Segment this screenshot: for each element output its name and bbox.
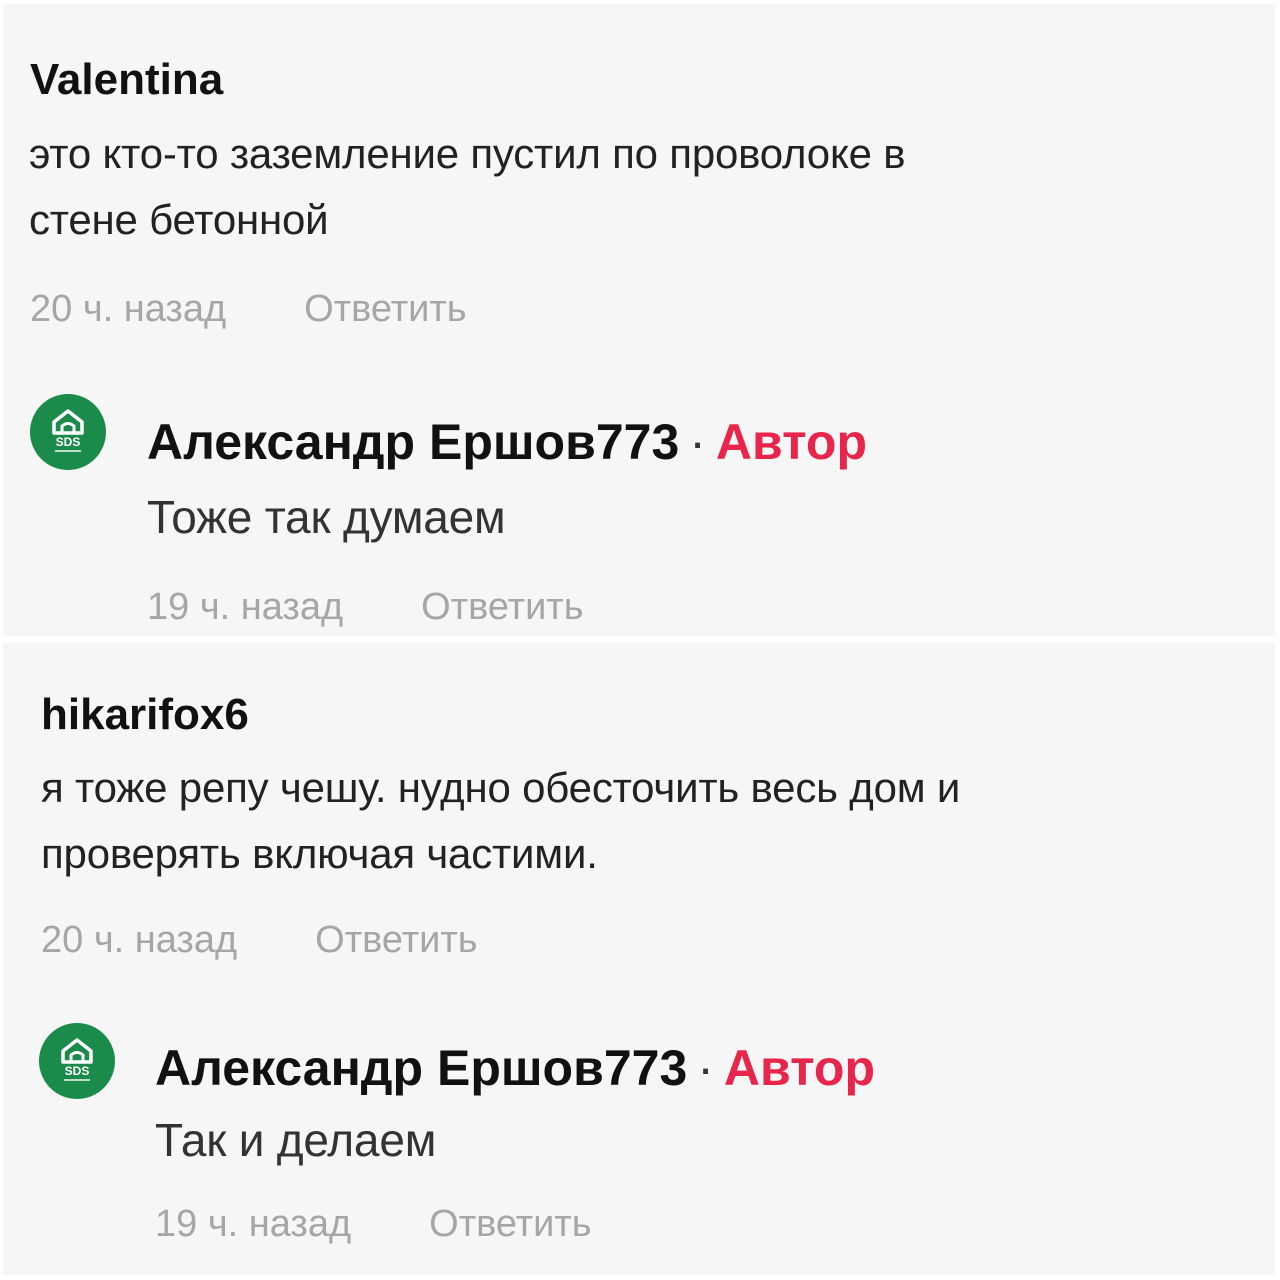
- reply-timestamp: 19 ч. назад: [155, 1203, 352, 1245]
- comment-text-line: это кто-то заземление пустил по проволок…: [29, 130, 906, 177]
- comment-username[interactable]: Valentina: [30, 58, 223, 102]
- reply-text: Так и делаем: [155, 1114, 437, 1166]
- reply-author[interactable]: Александр Ершов773: [147, 414, 679, 470]
- comment-username[interactable]: hikarifox6: [41, 693, 249, 737]
- reply-author[interactable]: Александр Ершов773: [155, 1040, 687, 1096]
- comment-text-line: проверять включая частими.: [41, 830, 598, 877]
- avatar[interactable]: SDS: [39, 1023, 115, 1099]
- comment-thread-2: hikarifox6 я тоже репу чешу. нудно обест…: [3, 643, 1275, 1275]
- reply-link[interactable]: Ответить: [421, 586, 583, 628]
- comment-thread-1: Valentina это кто-то заземление пустил п…: [3, 4, 1275, 636]
- avatar-text: SDS: [56, 435, 81, 449]
- reply-header: Александр Ершов773 · Автор: [147, 417, 867, 467]
- reply-link[interactable]: Ответить: [429, 1203, 591, 1245]
- sds-logo-icon: SDS: [52, 409, 84, 452]
- avatar[interactable]: SDS: [30, 394, 106, 470]
- separator: ·: [689, 414, 706, 470]
- avatar-text: SDS: [65, 1064, 90, 1078]
- reply-text: Тоже так думаем: [147, 491, 506, 543]
- author-badge: Автор: [723, 1040, 876, 1096]
- comment-meta: 20 ч. назад Ответить: [30, 290, 467, 328]
- author-badge: Автор: [715, 414, 868, 470]
- reply-header: Александр Ершов773 · Автор: [155, 1043, 875, 1093]
- reply-link[interactable]: Ответить: [304, 288, 466, 330]
- separator: ·: [697, 1040, 714, 1096]
- reply-meta: 19 ч. назад Ответить: [147, 588, 584, 626]
- reply-link[interactable]: Ответить: [315, 919, 477, 961]
- comment-text-line: стене бетонной: [29, 196, 329, 243]
- comment-meta: 20 ч. назад Ответить: [41, 921, 478, 959]
- comment-timestamp: 20 ч. назад: [41, 919, 238, 961]
- comment-text-line: я тоже репу чешу. нудно обесточить весь …: [41, 764, 961, 811]
- sds-logo-icon: SDS: [61, 1038, 93, 1081]
- reply-timestamp: 19 ч. назад: [147, 586, 344, 628]
- comment-timestamp: 20 ч. назад: [30, 288, 227, 330]
- reply-meta: 19 ч. назад Ответить: [155, 1205, 592, 1243]
